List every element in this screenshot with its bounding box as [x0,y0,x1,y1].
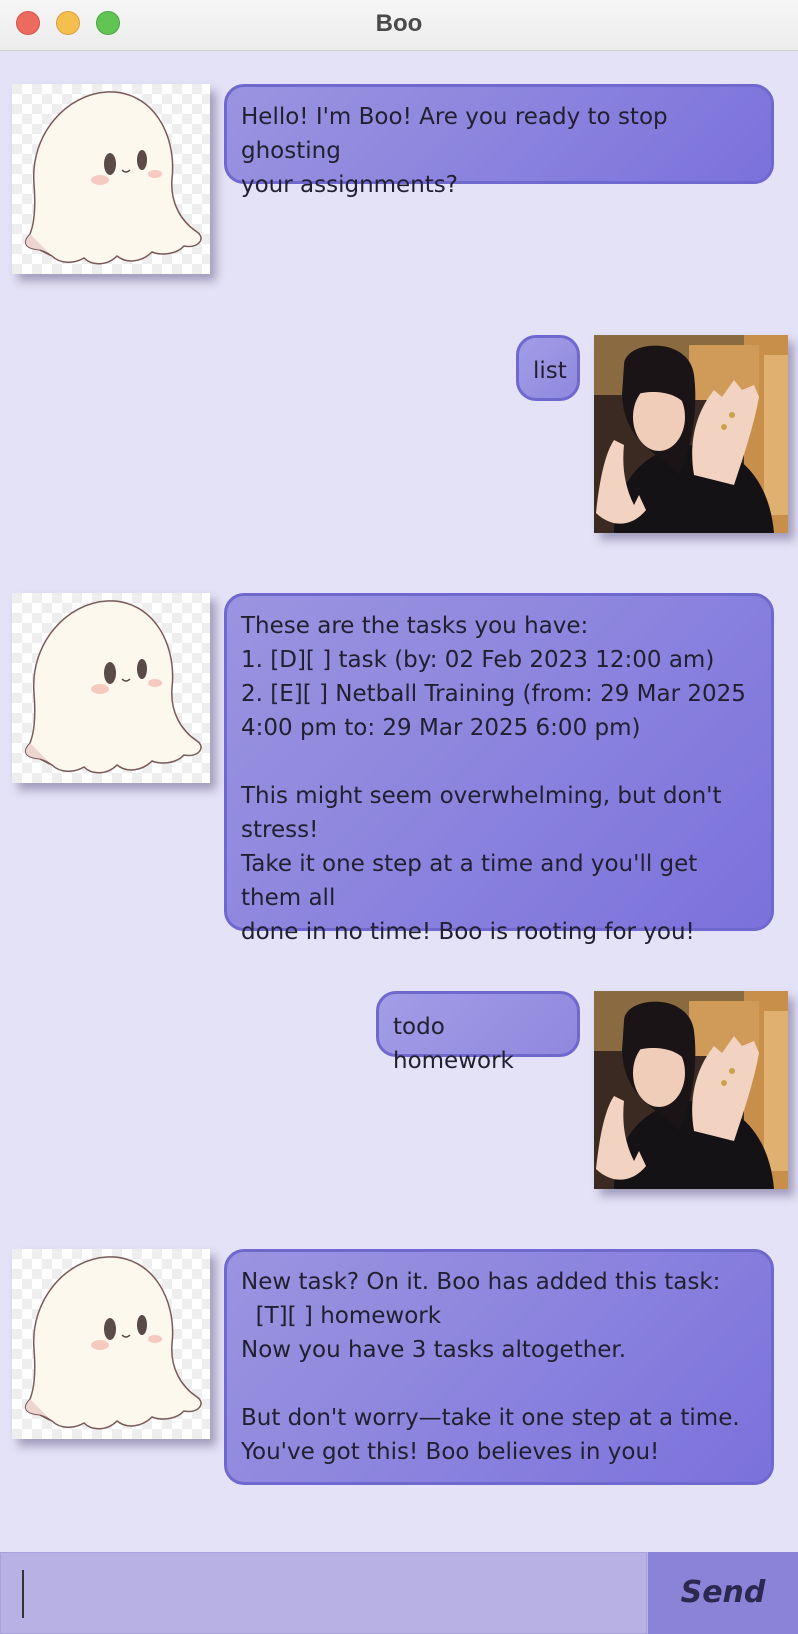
input-bar: Send [0,1552,798,1634]
user-photo-avatar [594,335,788,533]
message-input[interactable] [0,1552,647,1634]
boo-message-bubble: New task? On it. Boo has added this task… [224,1249,774,1485]
window-title: Boo [375,10,423,37]
boo-message-bubble: These are the tasks you have: 1. [D][ ] … [224,593,774,945]
user-message-bubble: list [516,335,580,401]
user-message-bubble: todo homework [376,991,580,1074]
send-button[interactable]: Send [648,1552,798,1634]
ghost-avatar [12,593,210,783]
boo-message-bubble: Hello! I'm Boo! Are you ready to stop gh… [224,84,774,198]
user-photo-avatar [594,991,788,1189]
ghost-avatar [12,84,210,274]
text-caret [22,1570,24,1618]
title-bar: Boo [0,0,798,51]
ghost-avatar [12,1249,210,1439]
